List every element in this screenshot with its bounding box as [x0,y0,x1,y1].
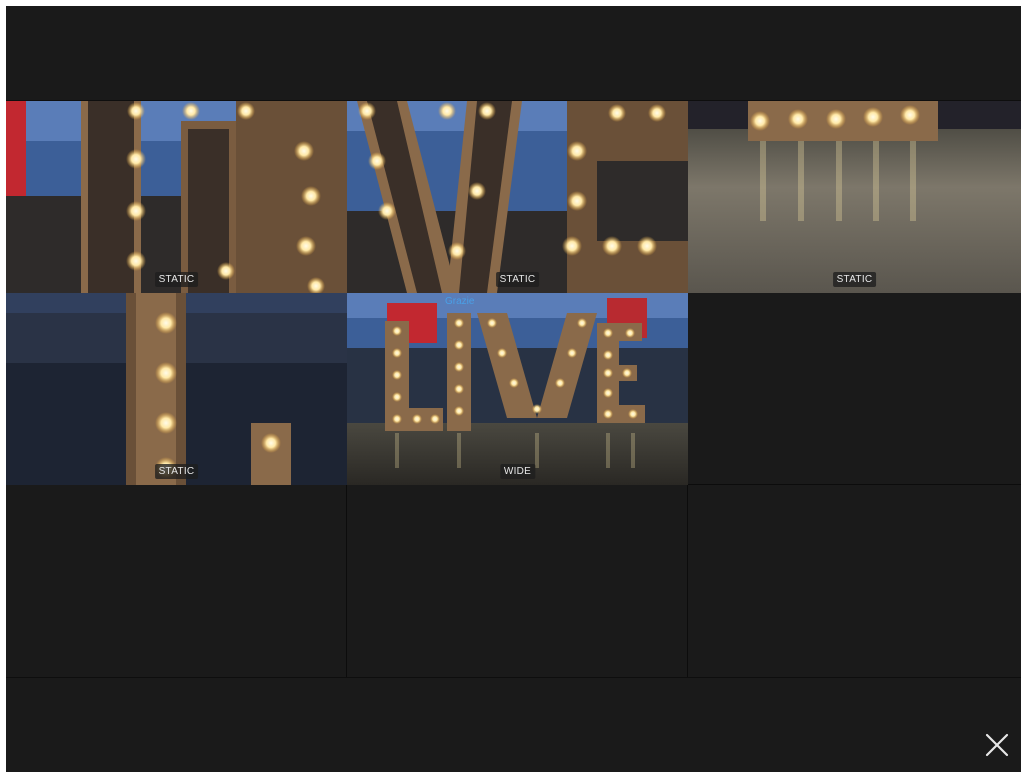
camera-mode-badge: STATIC [832,272,877,287]
empty-camera-slot[interactable] [6,485,347,677]
close-button[interactable] [983,731,1011,759]
bottom-bar [6,677,1021,772]
camera-cell-2[interactable]: STATIC [347,101,688,293]
top-bar [6,6,1021,101]
camera-mode-badge: STATIC [154,464,199,479]
camera-thumbnail-4 [6,293,347,485]
camera-cell-4[interactable]: STATIC [6,293,347,485]
camera-thumbnail-1 [6,101,347,293]
camera-cell-5-selected[interactable]: Grazie WIDE [347,293,688,485]
empty-camera-slot[interactable] [688,293,1021,485]
camera-cell-3[interactable]: STATIC [688,101,1021,293]
camera-cell-1[interactable]: STATIC [6,101,347,293]
camera-thumbnail-5 [347,293,688,485]
camera-thumbnail-3 [688,101,1021,293]
camera-thumbnail-2 [347,101,688,293]
camera-mode-badge: STATIC [495,272,540,287]
camera-mode-badge: STATIC [154,272,199,287]
camera-mode-badge: WIDE [499,464,536,479]
empty-camera-slot[interactable] [347,485,688,677]
close-icon [985,733,1009,757]
camera-name-label: Grazie [445,296,475,307]
empty-camera-slot[interactable] [688,485,1021,677]
multicam-viewer: STATIC STATIC STATIC STATIC Grazie WIDE [6,6,1021,772]
camera-grid: STATIC STATIC STATIC STATIC Grazie WIDE [6,101,1021,677]
